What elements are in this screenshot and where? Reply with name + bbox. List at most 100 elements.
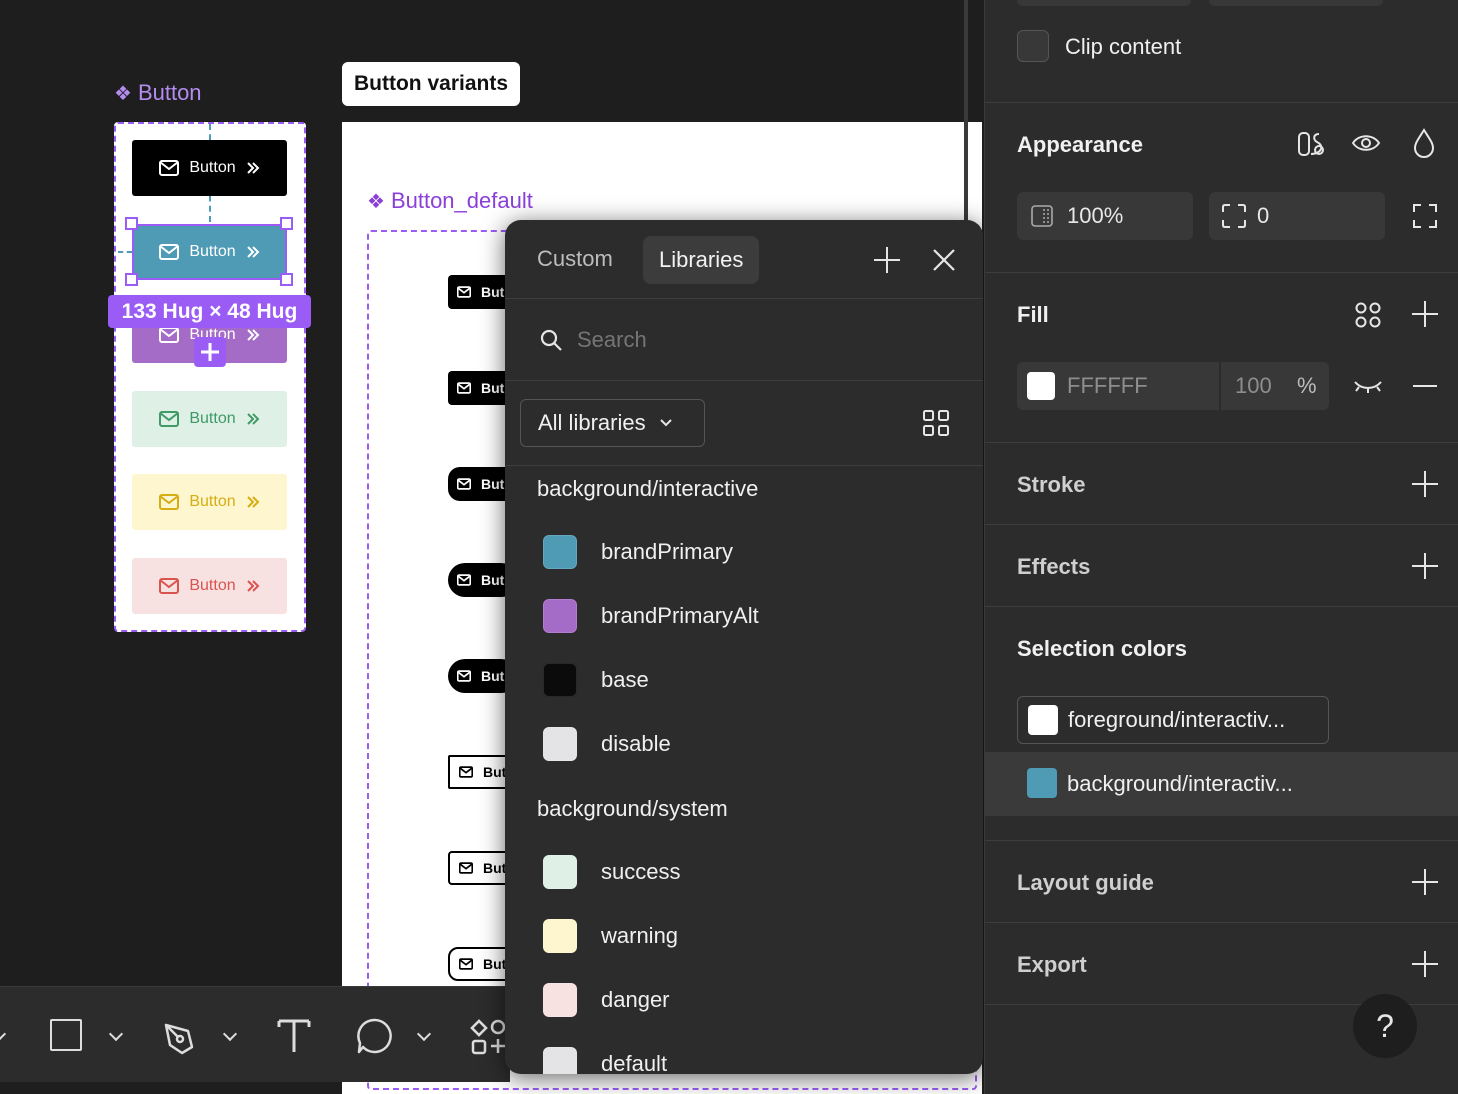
component-icon: ❖ <box>114 82 132 105</box>
divider <box>985 840 1458 841</box>
add-export-icon[interactable] <box>1412 951 1438 977</box>
button-variant-success[interactable]: Button <box>132 391 287 447</box>
close-icon[interactable] <box>932 248 956 272</box>
add-fill-icon[interactable] <box>1412 301 1438 327</box>
divider <box>985 442 1458 443</box>
mail-icon <box>159 411 180 427</box>
resize-handle[interactable] <box>280 217 293 230</box>
resize-handle[interactable] <box>280 273 293 286</box>
properties-panel: Clip content Appearance 100% 0 Fill FFFF… <box>984 0 1458 1094</box>
opacity-field[interactable]: 100% <box>1017 192 1193 240</box>
independent-corners-icon[interactable] <box>1412 203 1438 229</box>
add-layout-guide-icon[interactable] <box>1412 869 1438 895</box>
comment-tool-icon[interactable] <box>355 1017 395 1055</box>
mail-icon <box>459 958 473 970</box>
button-label: Button <box>189 577 236 594</box>
color-style-item[interactable]: warning <box>543 916 678 956</box>
divider <box>985 272 1458 273</box>
resize-handle[interactable] <box>125 273 138 286</box>
eye-icon[interactable] <box>1351 132 1381 154</box>
mail-icon <box>459 766 473 778</box>
color-swatch <box>543 855 577 889</box>
chevron-down-icon[interactable] <box>0 1026 7 1042</box>
frame-title-tag[interactable]: Button variants <box>342 62 521 106</box>
color-swatch <box>543 535 577 569</box>
help-button[interactable]: ? <box>1353 994 1417 1058</box>
canvas-scrollbar[interactable] <box>964 0 968 220</box>
tab-custom[interactable]: Custom <box>537 246 613 272</box>
add-variant-button[interactable] <box>194 337 226 367</box>
chevron-down-icon[interactable] <box>416 1026 432 1042</box>
divider <box>505 380 983 381</box>
chevron-down-icon[interactable] <box>222 1026 238 1042</box>
opacity-icon <box>1031 205 1053 227</box>
frame-component-label[interactable]: ❖ Button_default <box>367 188 533 214</box>
color-style-item[interactable]: danger <box>543 980 670 1020</box>
field-separator <box>1219 362 1221 410</box>
color-swatch <box>543 599 577 633</box>
component-set-name: Button <box>137 80 202 105</box>
resize-handle[interactable] <box>125 217 138 230</box>
color-style-item[interactable]: default <box>543 1044 667 1074</box>
fill-hex[interactable]: FFFFFF <box>1067 373 1148 399</box>
chevron-down-icon <box>659 419 672 427</box>
corner-radius-field[interactable]: 0 <box>1209 192 1385 240</box>
assets-tool-icon[interactable] <box>470 1017 510 1057</box>
add-effect-icon[interactable] <box>1412 553 1438 579</box>
button-label: Button <box>189 159 236 176</box>
group-title: background/system <box>537 796 728 821</box>
add-stroke-icon[interactable] <box>1412 471 1438 497</box>
divider <box>985 922 1458 923</box>
field-top-partial[interactable] <box>1209 0 1383 6</box>
mail-icon <box>159 578 180 594</box>
remove-fill-icon[interactable] <box>1413 385 1437 387</box>
button-variant-base[interactable]: Button <box>132 140 287 196</box>
library-select[interactable]: All libraries <box>520 399 705 447</box>
eye-closed-icon[interactable] <box>1353 378 1383 394</box>
component-set-label[interactable]: ❖ Button <box>114 80 202 106</box>
fill-row[interactable]: FFFFFF 100 % <box>1017 362 1329 410</box>
selection-color-item-hover[interactable]: background/interactiv... <box>985 752 1458 816</box>
chevron-down-icon[interactable] <box>108 1026 124 1042</box>
chevrons-right-icon <box>246 413 260 425</box>
size-badge: 133 Hug × 48 Hug <box>108 295 311 328</box>
variable-mode-icon[interactable] <box>1297 130 1327 158</box>
pen-tool-icon[interactable] <box>160 1017 200 1057</box>
search-input[interactable] <box>577 320 937 360</box>
search-icon <box>540 329 562 351</box>
selection-color-item[interactable]: foreground/interactiv... <box>1017 696 1329 744</box>
mail-icon <box>459 862 473 874</box>
text-tool-icon[interactable] <box>276 1017 312 1055</box>
color-swatch <box>543 727 577 761</box>
stroke-title: Stroke <box>1017 472 1086 497</box>
selection-colors-title: Selection colors <box>1017 636 1187 661</box>
blend-mode-icon[interactable] <box>1413 128 1435 158</box>
divider <box>505 465 983 466</box>
color-style-item[interactable]: success <box>543 852 680 892</box>
grid-view-icon[interactable] <box>923 410 949 436</box>
bottom-toolbar <box>0 986 510 1082</box>
add-style-icon[interactable] <box>874 247 900 273</box>
color-picker-popover[interactable]: Custom Libraries All libraries backgroun… <box>505 220 983 1074</box>
mail-icon <box>457 382 471 394</box>
component-icon: ❖ <box>367 190 385 213</box>
color-style-item[interactable]: brandPrimary <box>543 532 733 572</box>
field-top-partial[interactable] <box>1017 0 1191 6</box>
fill-opacity[interactable]: 100 <box>1235 373 1272 399</box>
styles-grid-icon[interactable] <box>1355 302 1381 328</box>
rectangle-tool-icon[interactable] <box>50 1019 82 1051</box>
tab-libraries[interactable]: Libraries <box>643 236 760 284</box>
appearance-title: Appearance <box>1017 132 1143 157</box>
selection-outline <box>132 224 287 280</box>
color-style-item[interactable]: brandPrimaryAlt <box>543 596 759 636</box>
button-variant-warning[interactable]: Button <box>132 474 287 530</box>
color-style-item[interactable]: disable <box>543 724 671 764</box>
fill-swatch[interactable] <box>1027 372 1055 400</box>
chevrons-right-icon <box>246 580 260 592</box>
button-label: Button <box>189 493 236 510</box>
design-canvas[interactable]: ❖ Button Button Button Button 133 Hug × … <box>0 0 984 1094</box>
clip-content-checkbox[interactable] <box>1017 30 1049 62</box>
color-style-item[interactable]: base <box>543 660 649 700</box>
button-variant-danger[interactable]: Button <box>132 558 287 614</box>
mail-icon <box>159 327 180 343</box>
